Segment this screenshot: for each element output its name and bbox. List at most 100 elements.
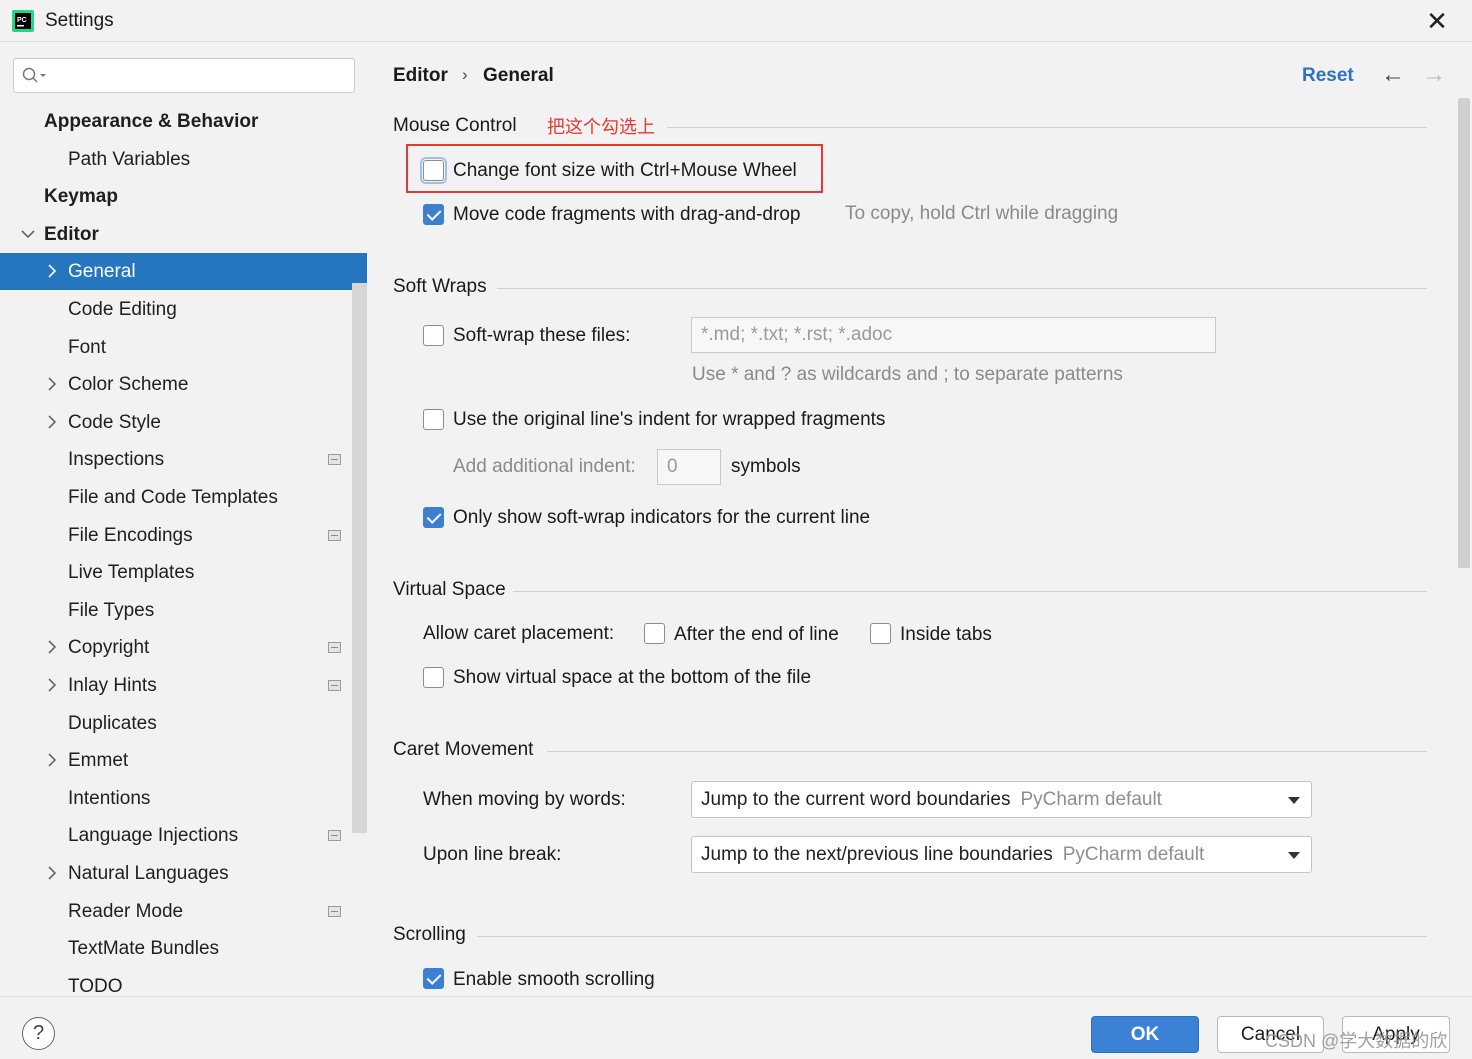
- sidebar-item-live-templates[interactable]: Live Templates: [0, 554, 352, 591]
- title-bar: PC Settings ✕: [0, 0, 1472, 42]
- line-break-dropdown[interactable]: Jump to the next/previous line boundarie…: [691, 836, 1312, 873]
- sidebar-item-todo[interactable]: TODO: [0, 968, 352, 996]
- sidebar-item-code-style[interactable]: Code Style: [0, 404, 352, 441]
- project-scope-icon: [328, 830, 341, 842]
- soft-wrap-files-label[interactable]: Soft-wrap these files:: [453, 325, 630, 347]
- show-virtual-space-label[interactable]: Show virtual space at the bottom of the …: [453, 667, 811, 689]
- chevron-down-icon[interactable]: [20, 216, 36, 253]
- line-break-value: Jump to the next/previous line boundarie…: [701, 844, 1053, 865]
- sidebar-item-label: Copyright: [68, 637, 150, 659]
- sidebar-item-label: Editor: [44, 223, 99, 245]
- sidebar-item-file-and-code-templates[interactable]: File and Code Templates: [0, 479, 352, 516]
- chevron-down-icon: [1288, 852, 1300, 859]
- sidebar-item-code-editing[interactable]: Code Editing: [0, 291, 352, 328]
- sidebar-item-label: Emmet: [68, 750, 129, 772]
- sidebar-item-editor[interactable]: Editor: [0, 216, 352, 253]
- section-scrolling: Scrolling: [393, 924, 466, 945]
- sidebar-item-label: Color Scheme: [68, 374, 189, 396]
- sidebar-item-appearance-behavior[interactable]: Appearance & Behavior: [0, 103, 352, 140]
- section-divider: [667, 127, 1427, 128]
- change-font-size-label[interactable]: Change font size with Ctrl+Mouse Wheel: [453, 160, 797, 182]
- close-icon[interactable]: ✕: [1422, 6, 1452, 36]
- project-scope-icon: [328, 905, 341, 917]
- chevron-right-icon[interactable]: [44, 855, 60, 892]
- content-scrollbar[interactable]: [1458, 98, 1470, 568]
- sidebar-item-label: Reader Mode: [68, 900, 184, 922]
- sidebar-item-label: Natural Languages: [68, 863, 229, 884]
- smooth-scrolling-label[interactable]: Enable smooth scrolling: [453, 969, 655, 991]
- project-scope-icon: [328, 529, 341, 541]
- additional-indent-field[interactable]: 0: [657, 449, 721, 485]
- caret-placement-label: Allow caret placement:: [423, 623, 615, 644]
- settings-sidebar: Appearance & Behavior Path Variables Keyma…: [0, 43, 367, 996]
- section-divider: [497, 288, 1427, 289]
- search-input[interactable]: [13, 58, 355, 93]
- sidebar-scrollbar[interactable]: [352, 283, 367, 833]
- line-break-default: PyCharm default: [1062, 844, 1205, 865]
- chevron-right-icon[interactable]: [44, 253, 60, 290]
- dialog-footer: ? OK Cancel Apply CSDN @学大数据的欣: [0, 996, 1472, 1059]
- only-current-line-label[interactable]: Only show soft-wrap indicators for the c…: [453, 507, 870, 529]
- inside-tabs-label[interactable]: Inside tabs: [900, 624, 992, 646]
- project-scope-icon: [328, 454, 341, 466]
- ok-button[interactable]: OK: [1091, 1016, 1199, 1053]
- original-indent-checkbox[interactable]: [423, 409, 444, 430]
- help-button[interactable]: ?: [22, 1017, 55, 1050]
- sidebar-item-label: File Encodings: [68, 524, 193, 546]
- sidebar-item-file-encodings[interactable]: File Encodings: [0, 517, 352, 554]
- section-soft-wraps: Soft Wraps: [393, 276, 487, 297]
- sidebar-item-intentions[interactable]: Intentions: [0, 780, 352, 817]
- drag-drop-checkbox[interactable]: [423, 204, 444, 225]
- sidebar-item-natural-languages[interactable]: Natural Languages: [0, 855, 352, 892]
- sidebar-item-copyright[interactable]: Copyright: [0, 629, 352, 666]
- chevron-right-icon[interactable]: [44, 742, 60, 779]
- sidebar-item-reader-mode[interactable]: Reader Mode: [0, 893, 352, 930]
- moving-by-words-dropdown[interactable]: Jump to the current word boundaries PyCha…: [691, 781, 1312, 818]
- smooth-scrolling-checkbox[interactable]: [423, 968, 444, 989]
- only-current-line-checkbox[interactable]: [423, 507, 444, 528]
- sidebar-item-path-variables[interactable]: Path Variables: [0, 141, 352, 178]
- additional-indent-label: Add additional indent:: [453, 456, 636, 477]
- chevron-right-icon[interactable]: [44, 404, 60, 441]
- after-end-of-line-checkbox[interactable]: [644, 623, 665, 644]
- sidebar-item-file-types[interactable]: File Types: [0, 592, 352, 629]
- inside-tabs-checkbox[interactable]: [870, 623, 891, 644]
- chevron-right-icon[interactable]: [44, 667, 60, 704]
- symbols-label: symbols: [731, 456, 801, 477]
- section-divider: [513, 591, 1427, 592]
- reset-link[interactable]: Reset: [1302, 65, 1354, 87]
- sidebar-item-textmate-bundles[interactable]: TextMate Bundles: [0, 930, 352, 967]
- sidebar-item-general[interactable]: General: [0, 253, 367, 291]
- drag-drop-label[interactable]: Move code fragments with drag-and-drop: [453, 204, 800, 226]
- soft-wrap-files-checkbox[interactable]: [423, 325, 444, 346]
- sidebar-item-label: Intentions: [68, 787, 151, 809]
- sidebar-item-label: Live Templates: [68, 562, 195, 584]
- sidebar-item-emmet[interactable]: Emmet: [0, 742, 352, 779]
- original-indent-label[interactable]: Use the original line's indent for wrapp…: [453, 409, 885, 431]
- forward-arrow-icon[interactable]: →: [1422, 61, 1446, 89]
- after-end-of-line-label[interactable]: After the end of line: [674, 624, 839, 646]
- sidebar-item-inlay-hints[interactable]: Inlay Hints: [0, 667, 352, 704]
- sidebar-item-label: Inlay Hints: [68, 675, 157, 696]
- sidebar-item-label: TODO: [68, 975, 123, 996]
- show-virtual-space-checkbox[interactable]: [423, 667, 444, 688]
- sidebar-item-duplicates[interactable]: Duplicates: [0, 705, 352, 742]
- sidebar-item-inspections[interactable]: Inspections: [0, 441, 352, 478]
- chevron-right-icon[interactable]: [44, 366, 60, 403]
- sidebar-item-label: Code Style: [68, 411, 161, 433]
- change-font-size-checkbox[interactable]: [420, 157, 447, 184]
- sidebar-item-language-injections[interactable]: Language Injections: [0, 817, 352, 854]
- back-arrow-icon[interactable]: ←: [1381, 61, 1405, 89]
- project-scope-icon: [328, 642, 341, 654]
- settings-content: Editor › General Reset ← → Mouse Control…: [367, 43, 1472, 996]
- chevron-right-icon[interactable]: [44, 629, 60, 666]
- red-annotation-text: 把这个勾选上: [547, 117, 655, 137]
- soft-wrap-patterns-field[interactable]: *.md; *.txt; *.rst; *.adoc: [691, 317, 1216, 353]
- sidebar-item-keymap[interactable]: Keymap: [0, 178, 352, 215]
- sidebar-item-label: Path Variables: [68, 148, 191, 170]
- breadcrumb-editor[interactable]: Editor: [393, 65, 448, 87]
- wildcard-hint: Use * and ? as wildcards and ; to separa…: [692, 364, 1123, 385]
- sidebar-item-font[interactable]: Font: [0, 329, 352, 366]
- sidebar-item-color-scheme[interactable]: Color Scheme: [0, 366, 352, 403]
- moving-by-words-value: Jump to the current word boundaries: [701, 789, 1011, 810]
